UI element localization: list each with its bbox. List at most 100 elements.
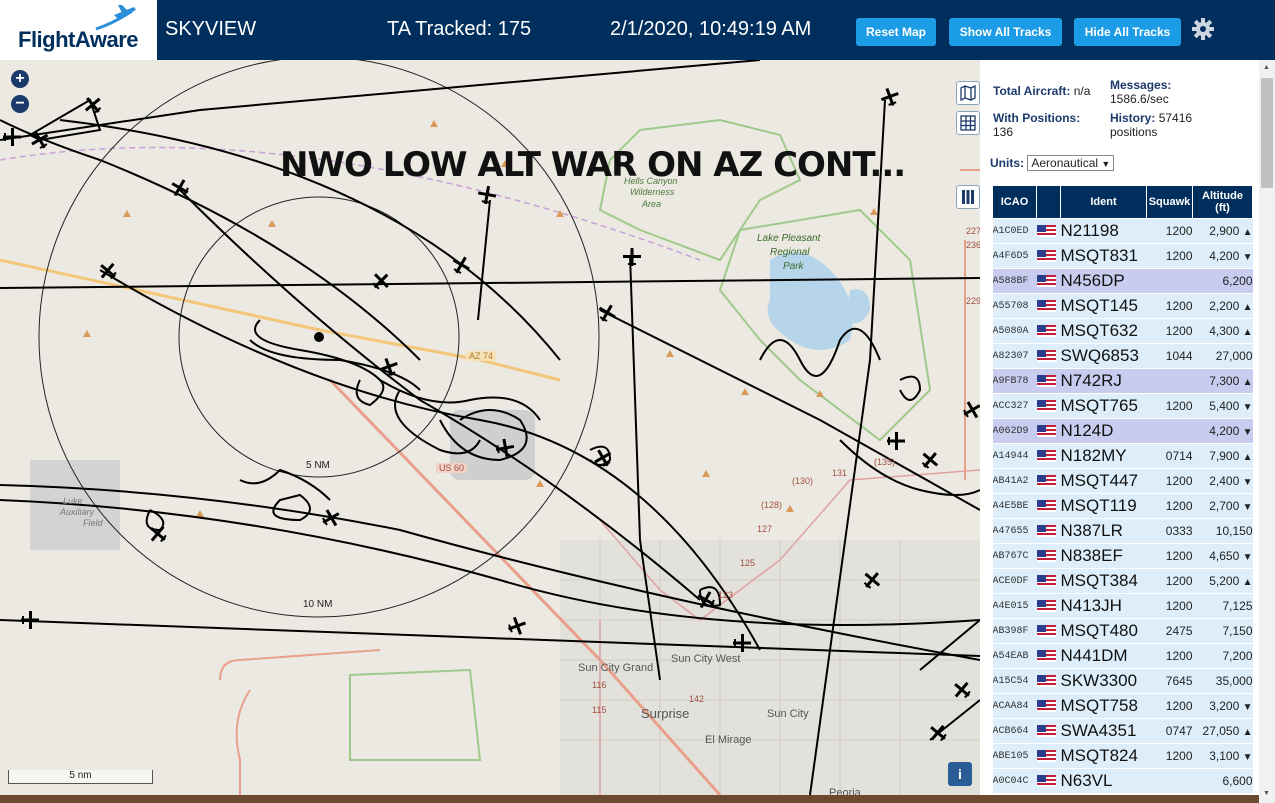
ident-column-header[interactable]: Ident <box>1060 185 1147 219</box>
aircraft-row[interactable]: ACE0DF MSQT384 1200 5,200 ▲ <box>992 568 1253 594</box>
flag-cell <box>1036 693 1061 719</box>
columns-toggle-button[interactable] <box>956 185 980 209</box>
aircraft-row[interactable]: A062D9 N124D 4,200 ▼ <box>992 418 1253 444</box>
altitude-cell: 27,050 ▲ <box>1192 718 1253 744</box>
aircraft-row[interactable]: A54EAB N441DM 1200 7,200 <box>992 643 1253 669</box>
flag-cell <box>1036 343 1061 369</box>
altitude-trend-icon: ▲ <box>1242 452 1253 463</box>
altitude-cell: 2,400 ▼ <box>1192 468 1253 494</box>
aircraft-row[interactable]: AB41A2 MSQT447 1200 2,400 ▼ <box>992 468 1253 494</box>
show-all-tracks-button[interactable]: Show All Tracks <box>949 18 1062 46</box>
altitude-cell: 6,600 <box>1192 768 1253 794</box>
us-flag-icon <box>1036 349 1056 362</box>
aircraft-row[interactable]: A9FB78 N742RJ 7,300 ▲ <box>992 368 1253 394</box>
flag-cell <box>1036 743 1061 769</box>
info-button[interactable]: i <box>948 762 972 786</box>
squawk-cell: 0747 <box>1146 718 1193 744</box>
altitude-value: 3,100 <box>1209 749 1240 763</box>
reset-map-button[interactable]: Reset Map <box>856 18 936 46</box>
map-view[interactable]: NWO LOW ALT WAR ON AZ CONT... 5 NM 10 NM… <box>0 60 980 795</box>
us-flag-icon <box>1036 299 1056 312</box>
aircraft-row[interactable]: ACAA84 MSQT758 1200 3,200 ▼ <box>992 693 1253 719</box>
squawk-column-header[interactable]: Squawk <box>1146 185 1193 219</box>
altitude-cell: 27,000 <box>1192 343 1253 369</box>
place-label: Surprise <box>641 706 690 721</box>
altitude-trend-icon: ▼ <box>1242 502 1253 513</box>
ident-cell: MSQT765 <box>1060 393 1147 419</box>
aircraft-row[interactable]: A15C54 SKW3300 7645 35,000 <box>992 668 1253 694</box>
aircraft-row[interactable]: A4F6D5 MSQT831 1200 4,200 ▼ <box>992 243 1253 269</box>
squawk-cell: 1200 <box>1146 293 1193 319</box>
altitude-value: 7,300 <box>1209 374 1240 388</box>
us-flag-icon <box>1036 599 1056 612</box>
panel-scrollbar[interactable]: ▲ ▼ <box>1259 60 1275 803</box>
ident-cell: N21198 <box>1060 218 1147 244</box>
aircraft-row[interactable]: A14944 N182MY 0714 7,900 ▲ <box>992 443 1253 469</box>
aircraft-row[interactable]: AB398F MSQT480 2475 7,150 <box>992 618 1253 644</box>
flag-cell <box>1036 593 1061 619</box>
aircraft-row[interactable]: A82307 SWQ6853 1044 27,000 <box>992 343 1253 369</box>
icao-cell: A15C54 <box>992 668 1037 694</box>
aircraft-row[interactable]: A47655 N387LR 0333 10,150 <box>992 518 1253 544</box>
place-label: Sun City West <box>671 653 741 665</box>
road-label: 116 <box>592 680 607 690</box>
road-label: (135) <box>874 457 896 467</box>
altitude-header-label: Altitude <box>1202 190 1243 202</box>
us-flag-icon <box>1036 474 1056 487</box>
altitude-value: 6,600 <box>1222 774 1253 788</box>
altitude-value: 2,700 <box>1209 499 1240 513</box>
altitude-value: 4,650 <box>1209 549 1240 563</box>
aircraft-row[interactable]: ABE105 MSQT824 1200 3,100 ▼ <box>992 743 1253 769</box>
units-select[interactable]: Aeronautical ▼ <box>1027 155 1115 171</box>
aircraft-row[interactable]: AB767C N838EF 1200 4,650 ▼ <box>992 543 1253 569</box>
zoom-in-button[interactable]: + <box>11 70 29 88</box>
flightaware-logo[interactable]: FlightAware <box>0 0 157 60</box>
aircraft-row[interactable]: A1C0ED N21198 1200 2,900 ▲ <box>992 218 1253 244</box>
aircraft-row[interactable]: ACB664 SWA4351 0747 27,050 ▲ <box>992 718 1253 744</box>
squawk-cell: 1044 <box>1146 343 1193 369</box>
road-label: 115 <box>592 705 607 715</box>
altitude-value: 2,900 <box>1209 224 1240 238</box>
ident-cell: MSQT824 <box>1060 743 1147 769</box>
aircraft-row[interactable]: A5080A MSQT632 1200 4,300 ▲ <box>992 318 1253 344</box>
squawk-cell: 7645 <box>1146 668 1193 694</box>
zoom-out-button[interactable]: − <box>11 95 29 113</box>
us-flag-icon <box>1036 324 1056 337</box>
gear-icon[interactable] <box>1191 17 1215 41</box>
altitude-column-header[interactable]: Altitude (ft) <box>1192 185 1253 219</box>
ident-cell: N124D <box>1060 418 1147 444</box>
icao-cell: A54EAB <box>992 643 1037 669</box>
road-label: 127 <box>757 524 773 534</box>
aircraft-row[interactable]: A4E5BE MSQT119 1200 2,700 ▼ <box>992 493 1253 519</box>
scroll-up-arrow-icon[interactable]: ▲ <box>1263 64 1270 71</box>
map-layers-button[interactable] <box>956 81 980 105</box>
grid-toggle-button[interactable] <box>956 111 980 135</box>
aircraft-row[interactable]: ACC327 MSQT765 1200 5,400 ▼ <box>992 393 1253 419</box>
place-label: Hells Canyon <box>624 176 678 186</box>
altitude-cell: 7,900 ▲ <box>1192 443 1253 469</box>
history-unit: positions <box>1110 125 1158 139</box>
aircraft-row[interactable]: A55708 MSQT145 1200 2,200 ▲ <box>992 293 1253 319</box>
altitude-cell: 5,400 ▼ <box>1192 393 1253 419</box>
ident-cell: MSQT145 <box>1060 293 1147 319</box>
squawk-cell: 0714 <box>1146 443 1193 469</box>
scroll-thumb[interactable] <box>1261 78 1273 188</box>
road-label: US 60 <box>436 463 468 473</box>
aircraft-row[interactable]: A0C04C N63VL 6,600 <box>992 768 1253 794</box>
altitude-trend-icon: ▼ <box>1242 477 1253 488</box>
flag-cell <box>1036 443 1061 469</box>
flag-cell <box>1036 468 1061 494</box>
icao-cell: ACC327 <box>992 393 1037 419</box>
altitude-value: 7,900 <box>1209 449 1240 463</box>
icao-cell: A1C0ED <box>992 218 1037 244</box>
aircraft-row[interactable]: A4E015 N413JH 1200 7,125 <box>992 593 1253 619</box>
hide-all-tracks-button[interactable]: Hide All Tracks <box>1074 18 1181 46</box>
squawk-cell: 1200 <box>1146 393 1193 419</box>
altitude-cell: 4,650 ▼ <box>1192 543 1253 569</box>
units-label: Units: <box>990 156 1024 170</box>
altitude-trend-icon: ▲ <box>1242 577 1253 588</box>
aircraft-row[interactable]: A588BF N456DP 6,200 <box>992 268 1253 294</box>
scroll-down-arrow-icon[interactable]: ▼ <box>1263 790 1270 797</box>
icao-column-header[interactable]: ICAO <box>992 185 1037 219</box>
place-label: Area <box>642 199 662 209</box>
